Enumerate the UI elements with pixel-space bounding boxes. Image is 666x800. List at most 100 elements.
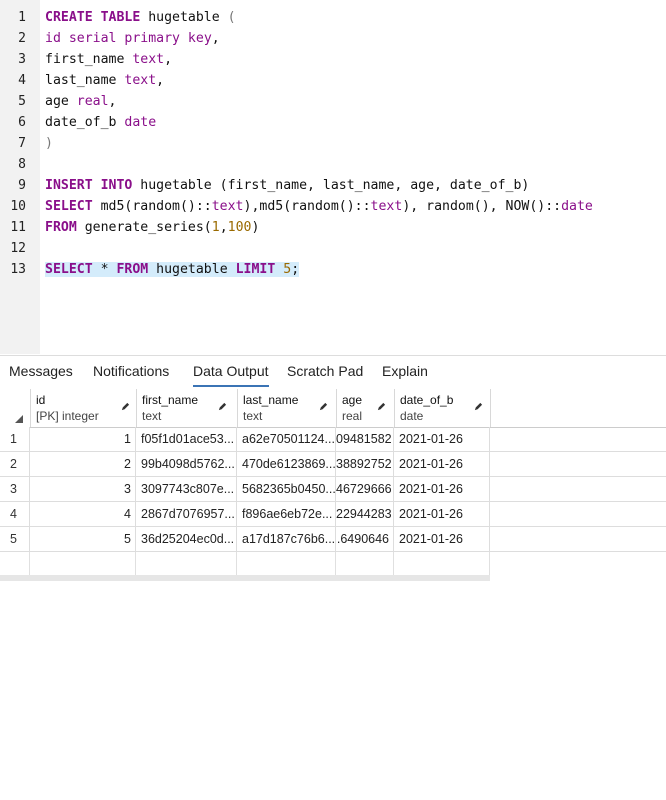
- edit-pencil-icon[interactable]: [474, 402, 483, 411]
- code-text: ,: [219, 220, 228, 235]
- cell-last-name[interactable]: a17d187c76b6...: [237, 527, 336, 551]
- cell-date-of-b[interactable]: 2021-01-26: [394, 527, 490, 551]
- sql-editor[interactable]: 1 2 3 4 5 6 7 8 9 10 11 12 13 CREATE TAB…: [0, 0, 666, 354]
- cell-age[interactable]: 46729666: [336, 477, 394, 501]
- grid-divider: [335, 552, 336, 575]
- code-text: hugetable (first_name, last_name, age, d…: [132, 178, 530, 193]
- column-header-date-of-b[interactable]: date_of_b date: [394, 389, 491, 427]
- code-text: generate_series(: [76, 220, 212, 235]
- column-name: date_of_b: [400, 393, 454, 407]
- line-number: 12: [10, 241, 26, 256]
- type-keyword: text: [211, 199, 244, 214]
- cell-first-name[interactable]: 2867d7076957...: [136, 502, 237, 526]
- horizontal-scrollbar[interactable]: [0, 575, 490, 581]
- edit-pencil-icon[interactable]: [319, 402, 328, 411]
- cell-first-name[interactable]: f05f1d01ace53...: [136, 427, 237, 451]
- table-row[interactable]: 2 2 99b4098d5762... 470de6123869... 3889…: [0, 452, 666, 477]
- code-line-11[interactable]: FROM generate_series(1,100): [45, 220, 259, 235]
- line-number: 13: [10, 262, 26, 277]
- code-text: md5(random()::: [92, 199, 212, 214]
- table-row[interactable]: 4 4 2867d7076957... f896ae6eb72e... 2294…: [0, 502, 666, 527]
- line-number-gutter: 1 2 3 4 5 6 7 8 9 10 11 12 13: [0, 0, 40, 354]
- code-line-2[interactable]: id serial primary key,: [45, 31, 220, 46]
- cell-id[interactable]: 1: [30, 427, 136, 451]
- column-type: text: [142, 409, 162, 423]
- line-number: 10: [10, 199, 26, 214]
- table-row[interactable]: 3 3 3097743c807e... 5682365b0450... 4672…: [0, 477, 666, 502]
- code-line-4[interactable]: last_name text,: [45, 73, 164, 88]
- tab-messages[interactable]: Messages: [9, 363, 73, 379]
- cell-first-name[interactable]: 36d25204ec0d...: [136, 527, 237, 551]
- code-line-10[interactable]: SELECT md5(random()::text),md5(random():…: [45, 199, 593, 214]
- column-header-id[interactable]: id [PK] integer: [30, 389, 137, 427]
- cell-age[interactable]: 09481582: [336, 427, 394, 451]
- column-type: date: [400, 409, 424, 423]
- cell-last-name[interactable]: f896ae6eb72e...: [237, 502, 336, 526]
- number-literal: 1: [211, 220, 220, 235]
- cell-id[interactable]: 5: [30, 527, 136, 551]
- column-name: first_name: [142, 393, 199, 407]
- code-text: ), random(), NOW()::: [402, 199, 562, 214]
- table-row[interactable]: 1 1 f05f1d01ace53... a62e70501124... 094…: [0, 427, 666, 452]
- cell-first-name[interactable]: 99b4098d5762...: [136, 452, 237, 476]
- line-number: 9: [18, 178, 26, 193]
- grid-header-row: id [PK] integer first_name text last_nam…: [0, 389, 666, 428]
- code-text: ): [45, 136, 53, 151]
- cell-last-name[interactable]: 5682365b0450...: [237, 477, 336, 501]
- code-line-6[interactable]: date_of_b date: [45, 115, 156, 130]
- cell-date-of-b[interactable]: 2021-01-26: [394, 427, 490, 451]
- code-text: first_name: [45, 52, 133, 67]
- type-keyword: text: [132, 52, 165, 67]
- column-header-last-name[interactable]: last_name text: [237, 389, 337, 427]
- code-text: *: [92, 262, 117, 277]
- cell-date-of-b[interactable]: 2021-01-26: [394, 477, 490, 501]
- column-header-age[interactable]: age real: [336, 389, 395, 427]
- cell-last-name[interactable]: 470de6123869...: [237, 452, 336, 476]
- keyword: FROM: [45, 220, 77, 235]
- row-number: 1: [0, 427, 30, 451]
- column-name: id: [36, 393, 46, 407]
- line-number: 3: [18, 52, 26, 67]
- code-line-5[interactable]: age real,: [45, 94, 116, 109]
- row-number: 5: [0, 527, 30, 551]
- row-number: 4: [0, 502, 30, 526]
- code-text: ),md5(random()::: [243, 199, 371, 214]
- cell-first-name[interactable]: 3097743c807e...: [136, 477, 237, 501]
- keyword: LIMIT: [235, 262, 276, 277]
- tab-notifications[interactable]: Notifications: [93, 363, 169, 379]
- edit-pencil-icon[interactable]: [121, 402, 130, 411]
- type-keyword: serial primary key: [68, 31, 212, 46]
- cell-age[interactable]: .6490646: [336, 527, 394, 551]
- row-number-header[interactable]: [0, 389, 31, 427]
- row-number: 3: [0, 477, 30, 501]
- keyword: FROM: [116, 262, 149, 277]
- grid-divider: [135, 552, 136, 575]
- cell-date-of-b[interactable]: 2021-01-26: [394, 452, 490, 476]
- cell-age[interactable]: 38892752: [336, 452, 394, 476]
- cell-id[interactable]: 2: [30, 452, 136, 476]
- type-keyword: text: [370, 199, 403, 214]
- cell-id[interactable]: 3: [30, 477, 136, 501]
- tab-explain[interactable]: Explain: [382, 363, 428, 379]
- code-line-3[interactable]: first_name text,: [45, 52, 172, 67]
- cell-age[interactable]: 22944283: [336, 502, 394, 526]
- edit-pencil-icon[interactable]: [218, 402, 227, 411]
- code-line-13-selected[interactable]: SELECT * FROM hugetable LIMIT 5;: [45, 262, 300, 277]
- line-number: 5: [18, 94, 26, 109]
- line-number: 8: [18, 157, 26, 172]
- tab-scratch-pad[interactable]: Scratch Pad: [287, 363, 363, 379]
- column-type: [PK] integer: [36, 409, 99, 423]
- code-line-7[interactable]: ): [45, 136, 53, 151]
- cell-date-of-b[interactable]: 2021-01-26: [394, 502, 490, 526]
- cell-id[interactable]: 4: [30, 502, 136, 526]
- tab-data-output[interactable]: Data Output: [193, 363, 269, 387]
- code-line-9[interactable]: INSERT INTO hugetable (first_name, last_…: [45, 178, 529, 193]
- table-row[interactable]: 5 5 36d25204ec0d... a17d187c76b6... .649…: [0, 527, 666, 552]
- code-line-1[interactable]: CREATE TABLE hugetable (: [45, 10, 236, 25]
- code-text: ): [251, 220, 260, 235]
- code-text: age: [45, 94, 77, 109]
- edit-pencil-icon[interactable]: [377, 402, 386, 411]
- line-number: 1: [18, 10, 26, 25]
- cell-last-name[interactable]: a62e70501124...: [237, 427, 336, 451]
- column-type: real: [342, 409, 363, 423]
